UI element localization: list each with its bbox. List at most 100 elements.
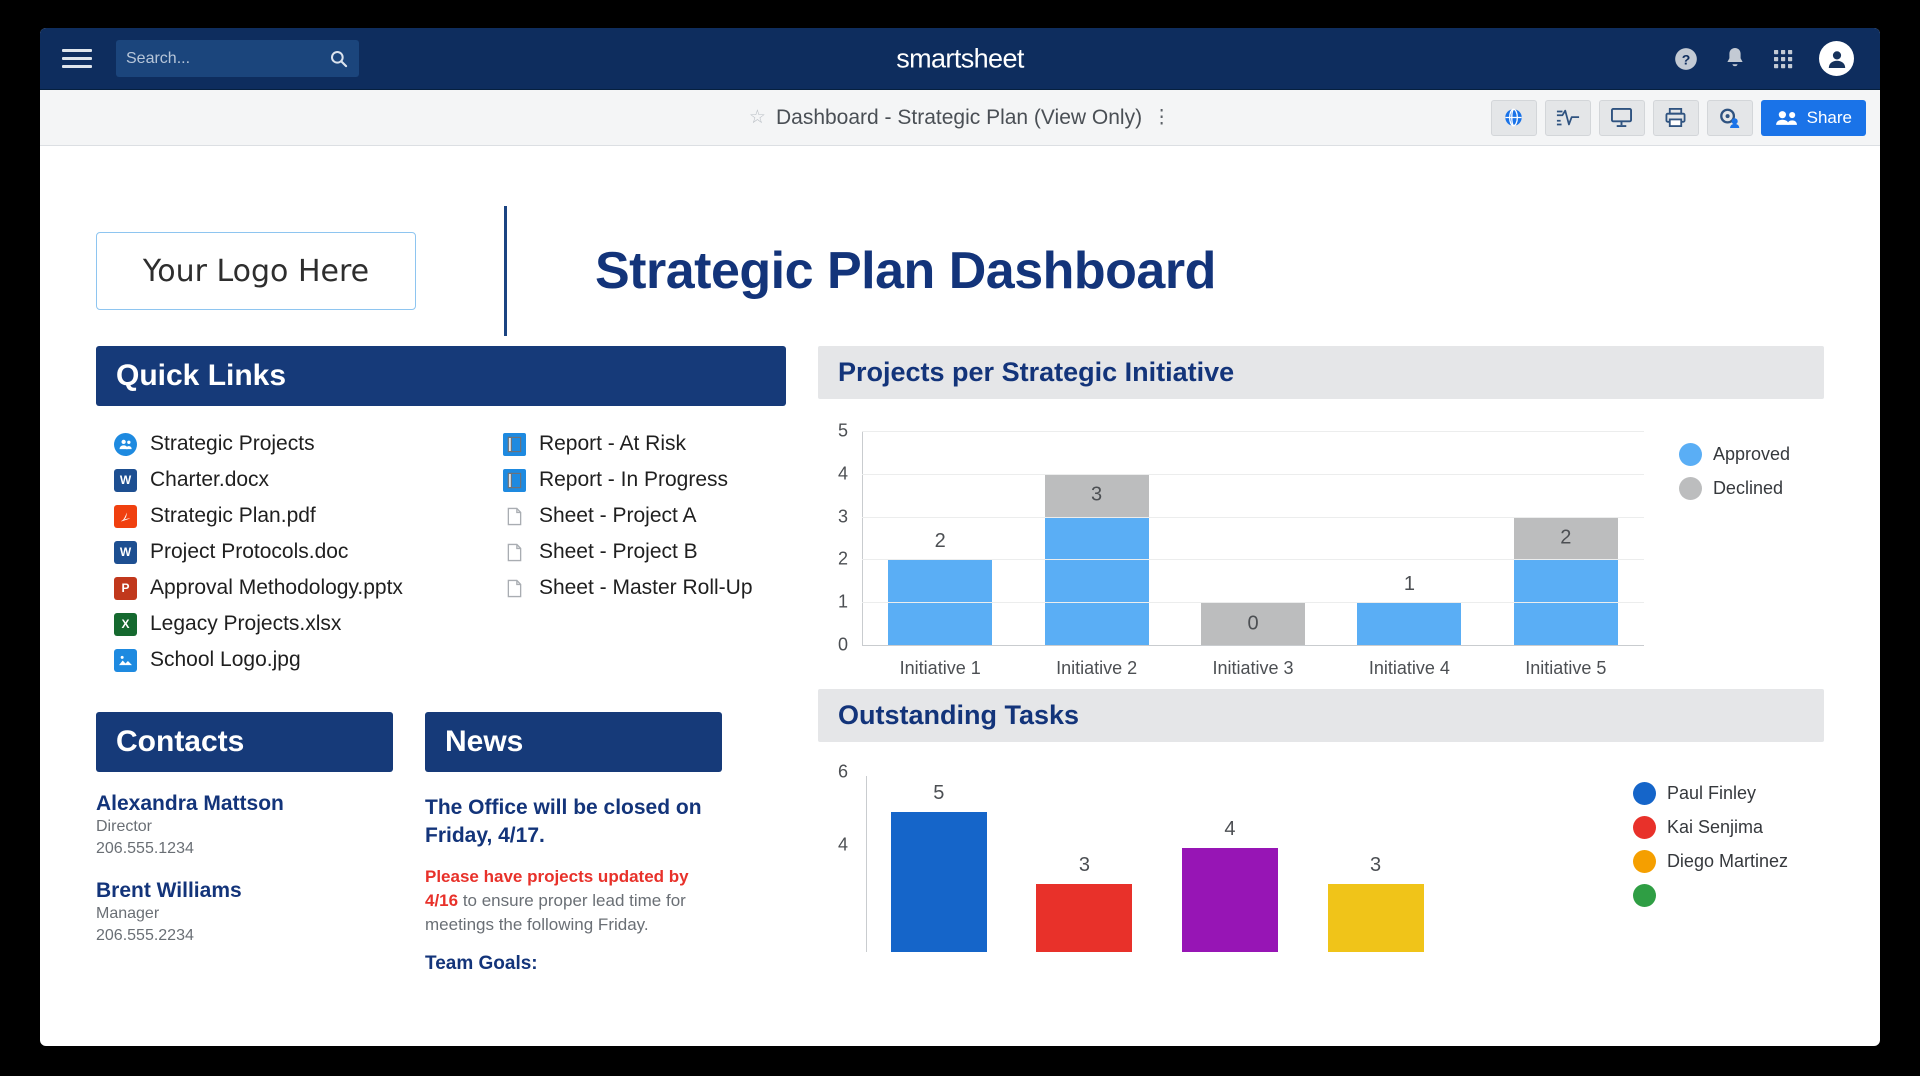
bar-group[interactable]: 1: [1331, 431, 1487, 645]
legend-color-dot: [1633, 884, 1656, 907]
quick-link-label: Legacy Projects.xlsx: [150, 612, 341, 636]
presentation-button[interactable]: [1599, 100, 1645, 136]
quick-link-label: Sheet - Project A: [539, 504, 697, 528]
tasks-chart: 46 5343 Paul FinleyKai SenjimaDiego Mart…: [818, 762, 1824, 952]
y-tick-label: 0: [838, 635, 848, 656]
bar-segment-declined: 0: [1201, 602, 1305, 645]
app-screen: Search... smartsheet ?: [40, 28, 1880, 1046]
legend-item[interactable]: Kai Senjima: [1633, 816, 1788, 839]
help-icon[interactable]: ?: [1673, 46, 1699, 72]
quick-link-item[interactable]: Report - In Progress: [503, 468, 753, 492]
share-label: Share: [1807, 108, 1852, 128]
favorite-star-icon[interactable]: ☆: [749, 106, 766, 129]
search-icon: [329, 49, 349, 69]
quick-link-item[interactable]: Sheet - Master Roll-Up: [503, 576, 753, 600]
powerpoint-icon: P: [114, 577, 137, 600]
contact-phone: 206.555.2234: [96, 925, 393, 947]
smartsheet-logo: smartsheet: [896, 43, 1024, 74]
quick-link-item[interactable]: Sheet - Project A: [503, 504, 753, 528]
bar-group[interactable]: [1448, 776, 1594, 952]
top-navigation-bar: Search... smartsheet ?: [40, 28, 1880, 90]
bar-segment-approved: [1045, 517, 1149, 645]
quick-link-label: School Logo.jpg: [150, 648, 301, 672]
legend-color-dot: [1633, 816, 1656, 839]
more-options-icon[interactable]: ⋮: [1152, 110, 1171, 125]
x-tick-label: Initiative 3: [1175, 658, 1331, 679]
bar-group[interactable]: 4: [1157, 776, 1303, 952]
y-tick-label: 4: [838, 835, 848, 856]
report-icon: [503, 469, 526, 492]
initiatives-bars: 23012: [862, 431, 1644, 645]
quick-link-item[interactable]: Strategic Plan.pdf: [114, 504, 403, 528]
search-input[interactable]: Search...: [116, 40, 359, 77]
pdf-icon: [114, 505, 137, 528]
bar-data-label: 3: [1328, 854, 1424, 877]
quick-links-widget: Quick Links Strategic ProjectsWCharter.d…: [96, 346, 786, 672]
initiatives-chart-widget: Projects per Strategic Initiative 012345…: [818, 346, 1824, 689]
dashboard-header: Your Logo Here Strategic Plan Dashboard: [40, 146, 1880, 346]
initiatives-plot-area: 23012: [862, 431, 1644, 645]
image-icon: [114, 649, 137, 672]
apps-grid-icon[interactable]: [1771, 47, 1795, 71]
bar-segment-approved: [1357, 602, 1461, 645]
initiatives-chart: 012345 23012 Initiative 1Initiative 2Ini…: [818, 421, 1824, 689]
contact-item: Alexandra MattsonDirector206.555.1234: [96, 792, 393, 859]
quick-link-item[interactable]: Sheet - Project B: [503, 540, 753, 564]
bar-stack: 0: [1201, 602, 1305, 645]
quick-link-item[interactable]: XLegacy Projects.xlsx: [114, 612, 403, 636]
print-button[interactable]: [1653, 100, 1699, 136]
quick-link-item[interactable]: WProject Protocols.doc: [114, 540, 403, 564]
legend-label: Paul Finley: [1667, 783, 1756, 804]
dashboard-title: Strategic Plan Dashboard: [595, 241, 1216, 301]
search-placeholder: Search...: [126, 50, 329, 68]
logo-placeholder[interactable]: Your Logo Here: [96, 232, 416, 310]
bar-data-label: 0: [1201, 612, 1305, 635]
x-tick-label: Initiative 5: [1488, 658, 1644, 679]
bar-data-label: 1: [1331, 573, 1487, 596]
user-avatar[interactable]: [1819, 41, 1854, 76]
menu-hamburger-icon[interactable]: [62, 49, 92, 68]
publish-globe-button[interactable]: [1491, 100, 1537, 136]
news-body: The Office will be closed on Friday, 4/1…: [425, 772, 722, 975]
bar-group[interactable]: 2: [1488, 431, 1644, 645]
share-people-icon: [1775, 109, 1799, 127]
document-title-group: ☆ Dashboard - Strategic Plan (View Only)…: [749, 106, 1171, 130]
legend-item[interactable]: Diego Martinez: [1633, 850, 1788, 873]
contact-item: Brent WilliamsManager206.555.2234: [96, 879, 393, 946]
legend-item[interactable]: Approved: [1679, 443, 1790, 466]
quick-link-item[interactable]: WCharter.docx: [114, 468, 403, 492]
gridline: [862, 602, 1644, 603]
bar-group[interactable]: 3: [1012, 776, 1158, 952]
bell-icon[interactable]: [1723, 46, 1747, 72]
tasks-bars: 5343: [866, 776, 1594, 952]
bar-group[interactable]: 0: [1175, 431, 1331, 645]
y-tick-label: 2: [838, 549, 848, 570]
bar-group[interactable]: 3: [1303, 776, 1449, 952]
bar-data-label: 2: [1514, 527, 1618, 550]
quick-link-label: Report - At Risk: [539, 432, 686, 456]
legend-item[interactable]: [1633, 884, 1788, 907]
quick-link-item[interactable]: School Logo.jpg: [114, 648, 403, 672]
admin-settings-button[interactable]: [1707, 100, 1753, 136]
bar-group[interactable]: 5: [866, 776, 1012, 952]
quick-link-item[interactable]: Report - At Risk: [503, 432, 753, 456]
activity-log-button[interactable]: [1545, 100, 1591, 136]
legend-item[interactable]: Paul Finley: [1633, 782, 1788, 805]
sheet-icon: [503, 577, 526, 600]
quick-link-label: Project Protocols.doc: [150, 540, 348, 564]
page-title: Dashboard - Strategic Plan (View Only): [776, 106, 1142, 130]
bar: 5: [891, 812, 987, 952]
toolbar-actions: Share: [1491, 100, 1866, 136]
initiatives-chart-title: Projects per Strategic Initiative: [818, 346, 1824, 399]
initiatives-y-axis: 012345: [818, 431, 858, 645]
share-button[interactable]: Share: [1761, 100, 1866, 136]
sheet-link-icon: [114, 433, 137, 456]
legend-item[interactable]: Declined: [1679, 477, 1790, 500]
legend-color-dot: [1633, 782, 1656, 805]
quick-link-item[interactable]: PApproval Methodology.pptx: [114, 576, 403, 600]
bar-group[interactable]: 2: [862, 431, 1018, 645]
bar-group[interactable]: 3: [1018, 431, 1174, 645]
news-detail: to ensure proper lead time for meetings …: [425, 891, 686, 934]
x-tick-label: Initiative 2: [1018, 658, 1174, 679]
quick-link-item[interactable]: Strategic Projects: [114, 432, 403, 456]
